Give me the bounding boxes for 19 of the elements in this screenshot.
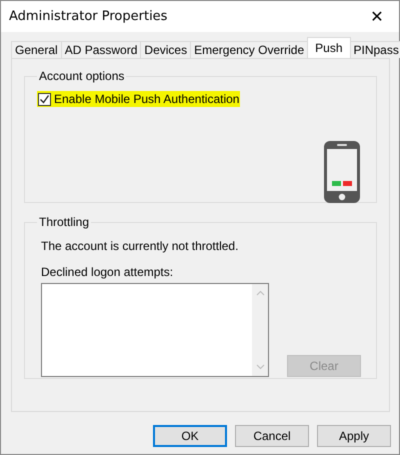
tab[interactable]: Emergency Override — [190, 41, 308, 58]
list-label: Declined logon attempts: — [41, 265, 174, 279]
dialog-button[interactable]: Apply — [317, 425, 391, 447]
tab[interactable]: General — [11, 41, 62, 58]
group-title: Account options — [38, 69, 126, 83]
tab[interactable]: PINpass — [350, 41, 400, 58]
window-title: Administrator Properties — [9, 9, 168, 24]
dialog-button[interactable]: OK — [153, 425, 227, 447]
scroll-down-icon[interactable] — [256, 364, 264, 370]
close-button[interactable]: ✕ — [355, 1, 399, 32]
check-icon — [39, 94, 50, 104]
dialog-button[interactable]: Cancel — [235, 425, 309, 447]
scroll-up-icon[interactable] — [256, 290, 264, 296]
push-checkbox[interactable]: Enable Mobile Push Authentication — [37, 91, 240, 107]
group-title: Throttling — [38, 215, 90, 229]
tab[interactable]: Push — [307, 37, 350, 58]
attempts-list[interactable] — [41, 283, 269, 377]
scrollbar[interactable] — [252, 284, 268, 376]
status-text: The account is currently not throttled. — [41, 239, 240, 253]
